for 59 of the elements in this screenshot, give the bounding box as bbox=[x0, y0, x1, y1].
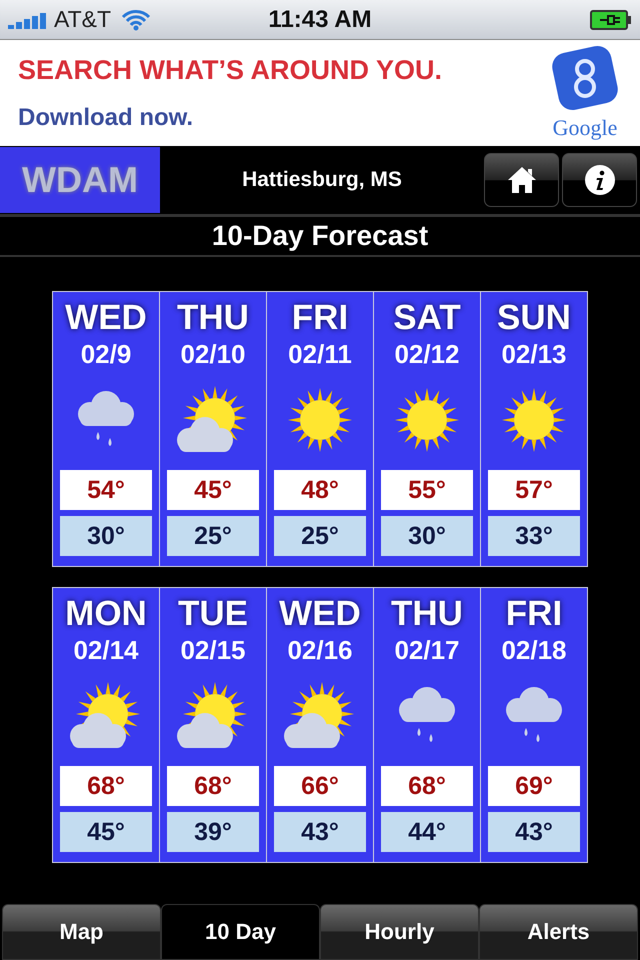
weekday-label: WED bbox=[65, 298, 147, 338]
high-temperature: 57° bbox=[488, 470, 580, 510]
low-temperature: 30° bbox=[381, 516, 473, 556]
high-temperature: 68° bbox=[60, 766, 152, 806]
low-temperature: 39° bbox=[167, 812, 259, 852]
date-label: 02/15 bbox=[180, 634, 246, 666]
date-label: 02/18 bbox=[501, 634, 567, 666]
ad-subline: Download now. bbox=[18, 104, 194, 132]
tab[interactable]: Alerts bbox=[479, 904, 638, 960]
date-label: 02/14 bbox=[73, 634, 139, 666]
carrier-name: AT&T bbox=[54, 6, 112, 33]
tab[interactable]: Map bbox=[2, 904, 161, 960]
high-temperature: 69° bbox=[488, 766, 580, 806]
info-button[interactable] bbox=[562, 153, 637, 207]
date-label: 02/12 bbox=[394, 338, 460, 370]
tab[interactable]: Hourly bbox=[320, 904, 479, 960]
low-temperature: 25° bbox=[167, 516, 259, 556]
weekday-label: TUE bbox=[178, 594, 248, 634]
home-icon bbox=[506, 166, 536, 194]
date-label: 02/16 bbox=[287, 634, 353, 666]
google-logo: Google bbox=[552, 115, 618, 141]
page-title: 10-Day Forecast bbox=[212, 220, 428, 252]
high-temperature: 68° bbox=[167, 766, 259, 806]
high-temperature: 45° bbox=[167, 470, 259, 510]
high-temperature: 68° bbox=[381, 766, 473, 806]
weekday-label: THU bbox=[391, 594, 463, 634]
weekday-label: SUN bbox=[497, 298, 571, 338]
high-temperature: 54° bbox=[60, 470, 152, 510]
weekday-label: FRI bbox=[506, 594, 562, 634]
date-label: 02/11 bbox=[288, 338, 352, 370]
low-temperature: 30° bbox=[60, 516, 152, 556]
weekday-label: THU bbox=[177, 298, 249, 338]
wifi-icon bbox=[121, 8, 152, 30]
low-temperature: 45° bbox=[60, 812, 152, 852]
info-icon bbox=[584, 164, 616, 196]
low-temperature: 25° bbox=[274, 516, 366, 556]
low-temperature: 33° bbox=[488, 516, 580, 556]
low-temperature: 43° bbox=[274, 812, 366, 852]
station-logo: WDAM bbox=[0, 147, 160, 213]
date-label: 02/17 bbox=[394, 634, 460, 666]
high-temperature: 48° bbox=[274, 470, 366, 510]
weekday-label: WED bbox=[279, 594, 361, 634]
home-button[interactable] bbox=[484, 153, 559, 207]
ad-headline: SEARCH WHAT’S AROUND YOU. bbox=[18, 54, 444, 86]
date-label: 02/10 bbox=[180, 338, 246, 370]
clock-time: 11:43 AM bbox=[268, 6, 372, 34]
high-temperature: 55° bbox=[381, 470, 473, 510]
low-temperature: 44° bbox=[381, 812, 473, 852]
date-label: 02/13 bbox=[501, 338, 567, 370]
high-temperature: 66° bbox=[274, 766, 366, 806]
location-name: Hattiesburg, MS bbox=[241, 168, 403, 192]
battery-charging-icon bbox=[590, 10, 632, 30]
weekday-label: FRI bbox=[292, 298, 348, 338]
tab[interactable]: 10 Day bbox=[161, 904, 320, 960]
date-label: 02/9 bbox=[80, 338, 132, 370]
low-temperature: 43° bbox=[488, 812, 580, 852]
weekday-label: SAT bbox=[393, 298, 461, 338]
signal-icon bbox=[8, 10, 48, 28]
weekday-label: MON bbox=[65, 594, 147, 634]
